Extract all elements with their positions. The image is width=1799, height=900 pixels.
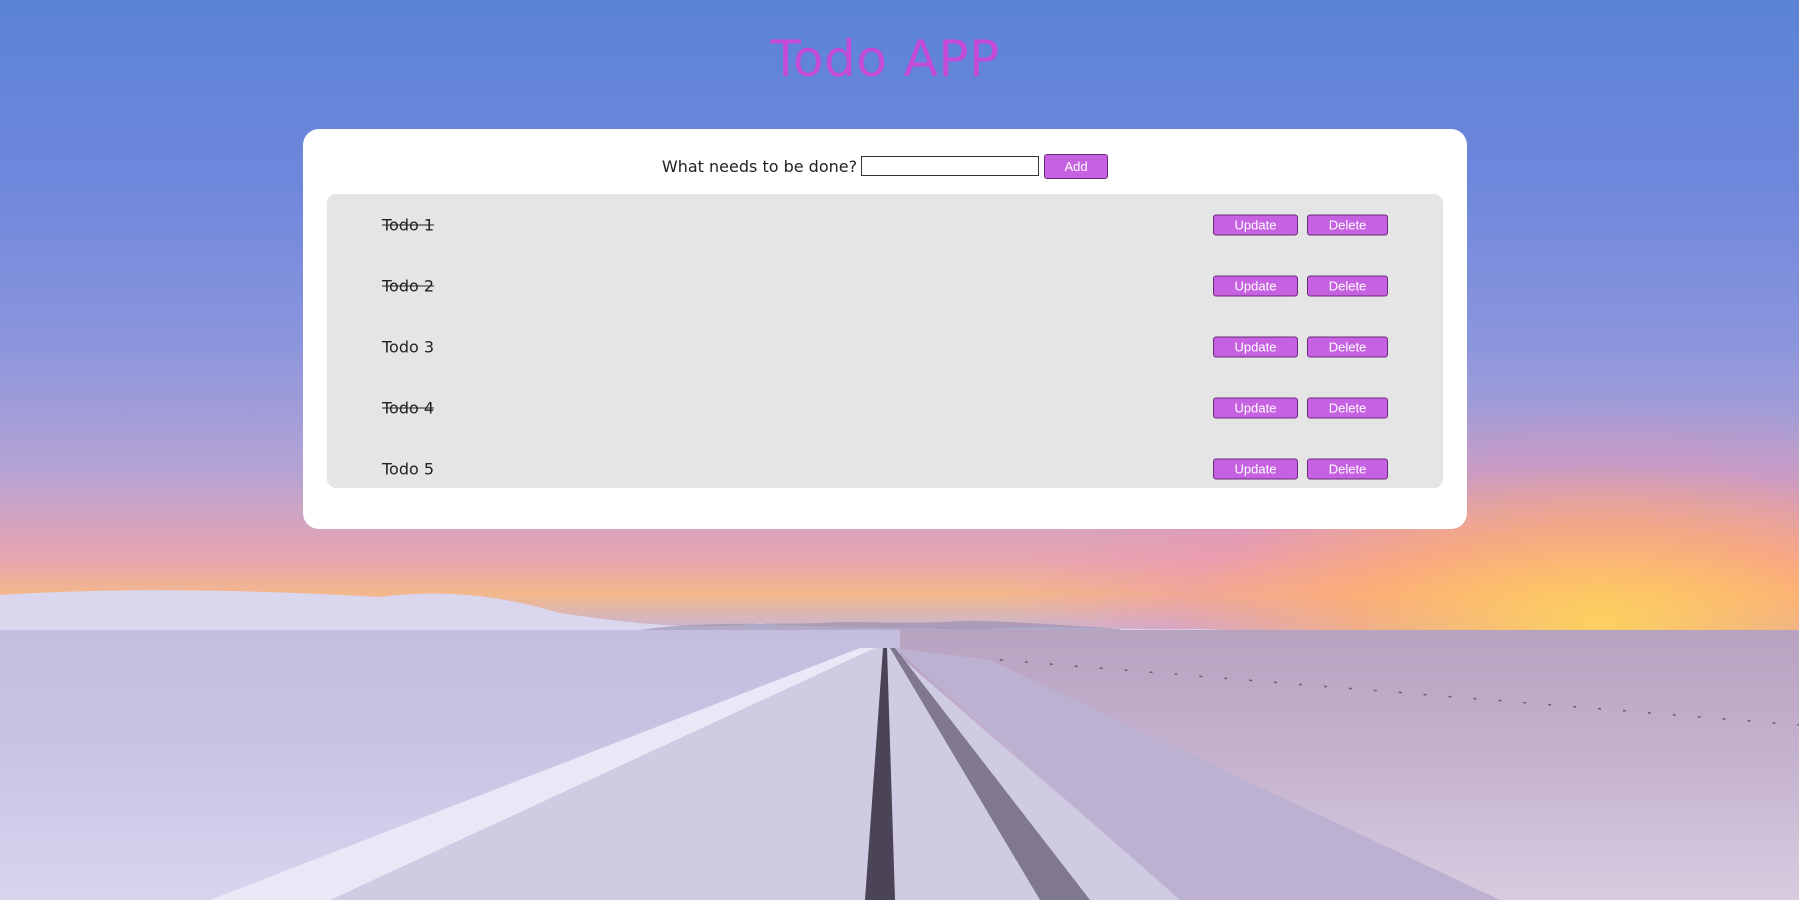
- new-todo-label: What needs to be done?: [661, 156, 858, 176]
- todo-item-1: Todo 1 Update Delete: [327, 194, 1443, 255]
- update-button[interactable]: Update: [1213, 214, 1298, 235]
- new-todo-input[interactable]: [861, 156, 1040, 176]
- todo-item-text[interactable]: Todo 4: [382, 398, 434, 417]
- todo-item-3: Todo 3 Update Delete: [327, 316, 1443, 377]
- update-button[interactable]: Update: [1213, 397, 1298, 418]
- delete-button[interactable]: Delete: [1307, 397, 1388, 418]
- todo-item-text[interactable]: Todo 5: [382, 459, 434, 478]
- delete-button[interactable]: Delete: [1307, 336, 1388, 357]
- todo-item-4: Todo 4 Update Delete: [327, 377, 1443, 438]
- app-title: Todo APP: [770, 30, 1000, 88]
- todo-item-5: Todo 5 Update Delete: [327, 438, 1443, 499]
- add-todo-form: What needs to be done? Add: [303, 152, 1467, 180]
- update-button[interactable]: Update: [1213, 336, 1298, 357]
- add-button[interactable]: Add: [1044, 153, 1109, 179]
- delete-button[interactable]: Delete: [1307, 214, 1388, 235]
- todo-item-2: Todo 2 Update Delete: [327, 255, 1443, 316]
- todo-item-text[interactable]: Todo 3: [382, 337, 434, 356]
- todo-list: Todo 1 Update Delete Todo 2 Update Delet…: [327, 194, 1443, 488]
- delete-button[interactable]: Delete: [1307, 275, 1388, 296]
- update-button[interactable]: Update: [1213, 458, 1298, 479]
- update-button[interactable]: Update: [1213, 275, 1298, 296]
- todo-item-text[interactable]: Todo 2: [382, 276, 434, 295]
- todo-card: What needs to be done? Add Todo 1 Update…: [303, 129, 1467, 529]
- todo-item-text[interactable]: Todo 1: [382, 215, 434, 234]
- delete-button[interactable]: Delete: [1307, 458, 1388, 479]
